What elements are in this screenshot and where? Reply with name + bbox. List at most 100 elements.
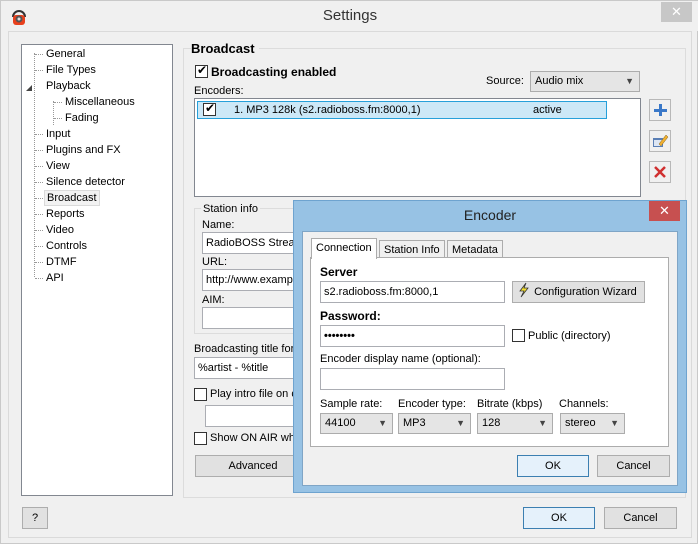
public-directory-label: Public (directory) <box>528 330 611 342</box>
station-name-input[interactable]: RadioBOSS Stream <box>202 232 302 254</box>
tree-connector <box>35 198 43 199</box>
source-label: Source: <box>486 75 524 87</box>
bitrate-label: Bitrate (kbps) <box>477 398 543 410</box>
lightning-icon <box>519 282 529 298</box>
tree-item-playback[interactable]: Playback <box>44 78 93 94</box>
channels-value: stereo <box>565 417 596 429</box>
broadcasting-enabled-label: Broadcasting enabled <box>211 65 337 79</box>
tree-connector <box>35 166 43 167</box>
encoder-name: 1. MP3 128k (s2.radioboss.fm:8000,1) <box>234 104 421 116</box>
chevron-down-icon: ▼ <box>538 418 547 428</box>
configuration-wizard-button[interactable]: Configuration Wizard <box>512 281 645 303</box>
tree-item-silence-detector[interactable]: Silence detector <box>44 174 127 190</box>
tree-item-video[interactable]: Video <box>44 222 76 238</box>
public-directory-checkbox[interactable] <box>512 329 525 342</box>
play-intro-label: Play intro file on c <box>210 388 297 400</box>
configuration-wizard-label: Configuration Wizard <box>534 286 637 298</box>
tree-connector <box>35 278 43 279</box>
password-label: Password: <box>320 309 381 323</box>
tree-connector <box>35 214 43 215</box>
chevron-down-icon: ▼ <box>456 418 465 428</box>
intro-file-input[interactable] <box>205 405 305 427</box>
title-format-input[interactable]: %artist - %title <box>194 357 304 379</box>
tree-connector <box>35 230 43 231</box>
source-value: Audio mix <box>535 75 584 87</box>
aim-input[interactable] <box>202 307 302 329</box>
channels-select[interactable]: stereo ▼ <box>560 413 625 434</box>
play-intro-checkbox[interactable] <box>194 388 207 401</box>
section-title: Broadcast <box>191 41 259 56</box>
tree-connector <box>35 182 43 183</box>
encoders-list[interactable]: ✔ 1. MP3 128k (s2.radioboss.fm:8000,1) a… <box>194 98 641 197</box>
encoder-status: active <box>533 104 562 116</box>
delete-icon <box>654 166 666 178</box>
tree-connector <box>54 118 62 119</box>
station-info-title: Station info <box>201 203 261 215</box>
settings-window: Settings ✕ General File Types Playback Misc… <box>0 0 698 544</box>
password-input[interactable]: •••••••• <box>320 325 505 347</box>
aim-label: AIM: <box>202 294 225 306</box>
server-label: Server <box>320 265 358 279</box>
encoder-row[interactable]: ✔ 1. MP3 128k (s2.radioboss.fm:8000,1) a… <box>197 101 607 119</box>
encoder-type-value: MP3 <box>403 417 426 429</box>
tree-item-dtmf[interactable]: DTMF <box>44 254 79 270</box>
tree-item-file-types[interactable]: File Types <box>44 62 98 78</box>
encoder-dialog-title: Encoder <box>463 207 517 223</box>
tree-item-broadcast[interactable]: Broadcast <box>44 190 100 206</box>
encoder-type-label: Encoder type: <box>398 398 466 410</box>
encoder-cancel-button[interactable]: Cancel <box>597 455 670 477</box>
bitrate-select[interactable]: 128 ▼ <box>477 413 553 434</box>
help-button[interactable]: ? <box>22 507 48 529</box>
tree-item-controls[interactable]: Controls <box>44 238 89 254</box>
expand-icon[interactable] <box>26 85 32 91</box>
channels-label: Channels: <box>559 398 609 410</box>
tree-item-plugins-and-fx[interactable]: Plugins and FX <box>44 142 123 158</box>
ok-button[interactable]: OK <box>523 507 595 529</box>
sample-rate-select[interactable]: 44100 ▼ <box>320 413 393 434</box>
show-on-air-label: Show ON AIR whe <box>210 432 302 444</box>
tree-item-reports[interactable]: Reports <box>44 206 87 222</box>
sample-rate-value: 44100 <box>325 417 356 429</box>
add-encoder-button[interactable] <box>649 99 671 121</box>
tree-connector <box>35 262 43 263</box>
delete-encoder-button[interactable] <box>649 161 671 183</box>
display-name-label: Encoder display name (optional): <box>320 353 481 365</box>
tree-connector <box>35 246 43 247</box>
sample-rate-label: Sample rate: <box>320 398 383 410</box>
plus-icon <box>654 104 667 116</box>
tab-connection[interactable]: Connection <box>311 238 377 259</box>
cancel-button[interactable]: Cancel <box>604 507 677 529</box>
server-input[interactable]: s2.radioboss.fm:8000,1 <box>320 281 505 303</box>
url-label: URL: <box>202 256 228 268</box>
display-name-input[interactable] <box>320 368 505 390</box>
encoder-ok-button[interactable]: OK <box>517 455 589 477</box>
edit-icon <box>653 134 669 147</box>
station-url-input[interactable]: http://www.examp <box>202 269 302 291</box>
tree-connector <box>54 102 62 103</box>
tree-connector <box>35 70 43 71</box>
encoder-checkbox[interactable]: ✔ <box>203 101 216 116</box>
chevron-down-icon: ▼ <box>610 418 619 428</box>
close-button[interactable]: ✕ <box>661 2 692 22</box>
broadcasting-enabled-checkbox[interactable]: ✔ <box>195 63 208 78</box>
encoder-type-select[interactable]: MP3 ▼ <box>398 413 471 434</box>
tree-item-api[interactable]: API <box>44 270 66 286</box>
tree-item-input[interactable]: Input <box>44 126 72 142</box>
encoder-close-button[interactable]: ✕ <box>649 201 680 221</box>
tree-item-fading[interactable]: Fading <box>63 110 101 126</box>
edit-encoder-button[interactable] <box>649 130 671 152</box>
tree-connector <box>35 54 43 55</box>
chevron-down-icon: ▼ <box>378 418 387 428</box>
tree-item-miscellaneous[interactable]: Miscellaneous <box>63 94 137 110</box>
tree-item-general[interactable]: General <box>44 46 87 62</box>
encoders-label: Encoders: <box>194 85 244 97</box>
tree-connector <box>35 150 43 151</box>
chevron-down-icon: ▼ <box>625 76 634 86</box>
source-select[interactable]: Audio mix ▼ <box>530 71 640 92</box>
tree-connector <box>35 134 43 135</box>
title-bar: Settings ✕ <box>1 1 698 31</box>
name-label: Name: <box>202 219 235 231</box>
bitrate-value: 128 <box>482 417 501 429</box>
show-on-air-checkbox[interactable] <box>194 432 207 445</box>
tree-item-view[interactable]: View <box>44 158 72 174</box>
